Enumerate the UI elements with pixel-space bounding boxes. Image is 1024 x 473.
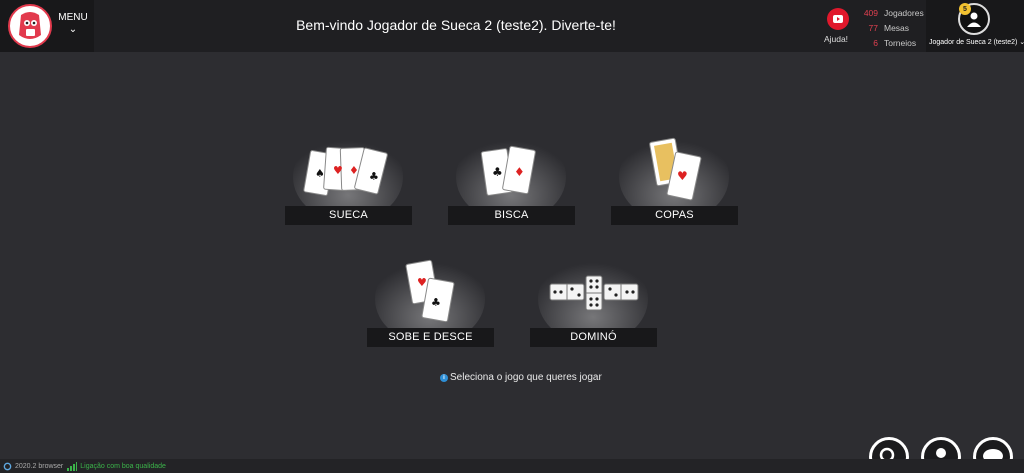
stat-players: 409 Jogadores (854, 5, 926, 20)
domino-icon (530, 244, 657, 334)
help-button[interactable]: Ajuda! (824, 8, 852, 44)
stat-label: Jogadores (884, 7, 924, 18)
signal-icon (67, 461, 78, 471)
level-badge: 5 (959, 3, 971, 15)
cards-pair-icon: ♣ ♦ (448, 122, 575, 212)
svg-text:♦: ♦ (349, 164, 359, 177)
game-label: SUECA (285, 206, 412, 225)
connection-status: Ligação com boa qualidade (80, 462, 166, 470)
cards-fan-icon: ♠ ♥ ♦ ♣ (285, 122, 412, 212)
profile-name[interactable]: Jogador de Sueca 2 (teste2) ⌄ (929, 38, 1024, 46)
game-domino[interactable]: DOMINÓ (530, 244, 657, 354)
help-label: Ajuda! (823, 34, 849, 44)
game-label: BISCA (448, 206, 575, 225)
stat-value: 6 (873, 37, 878, 48)
stat-label: Torneios (884, 37, 917, 48)
menu-button[interactable]: MENU ⌄ (56, 12, 90, 35)
cards-hearts-icon: ♥ (611, 122, 738, 212)
profile-menu[interactable]: 5 Jogador de Sueca 2 (teste2) ⌄ (926, 0, 1024, 52)
cards-stack-icon: ♥ ♣ (367, 244, 494, 334)
youtube-icon (827, 8, 849, 30)
logo-block: MENU ⌄ (0, 0, 94, 52)
chevron-down-icon: ⌄ (68, 24, 78, 35)
svg-text:♠: ♠ (315, 167, 325, 180)
game-label: DOMINÓ (530, 328, 657, 347)
game-sueca[interactable]: ♠ ♥ ♦ ♣ SUECA (285, 122, 412, 232)
svg-text:♥: ♥ (677, 169, 688, 183)
select-game-hint: i Seleciona o jogo que queres jogar (440, 372, 610, 383)
svg-text:♥: ♥ (417, 276, 427, 289)
stat-value: 77 (868, 22, 878, 33)
online-stats: 409 Jogadores 77 Mesas 6 Torneios (854, 5, 926, 50)
welcome-message: Bem-vindo Jogador de Sueca 2 (teste2). D… (296, 17, 616, 33)
svg-text:♣: ♣ (431, 296, 441, 309)
chevron-down-icon: ⌄ (1019, 39, 1024, 46)
svg-text:♣: ♣ (369, 170, 379, 183)
stat-label: Mesas (884, 22, 910, 33)
menu-label: MENU (58, 12, 88, 23)
stat-tables: 77 Mesas (854, 20, 926, 35)
status-bar: 2020.2 browser Ligação com boa qualidade (0, 459, 1024, 473)
refresh-icon (3, 462, 12, 470)
info-icon: i (440, 373, 448, 382)
version-text: 2020.2 browser (15, 462, 64, 470)
app-logo[interactable] (8, 4, 52, 48)
svg-text:♥: ♥ (333, 164, 343, 177)
game-sobe-e-desce[interactable]: ♥ ♣ SOBE E DESCE (367, 244, 494, 354)
game-bisca[interactable]: ♣ ♦ BISCA (448, 122, 575, 232)
top-bar: MENU ⌄ Bem-vindo Jogador de Sueca 2 (tes… (0, 0, 1024, 52)
profile-name-label: Jogador de Sueca 2 (teste2) (929, 39, 1018, 46)
status-info: 2020.2 browser Ligação com boa qualidade (3, 461, 166, 471)
game-copas[interactable]: ♥ COPAS (611, 122, 738, 232)
hint-text: Seleciona o jogo que queres jogar (450, 372, 602, 383)
stat-value: 409 (863, 7, 878, 18)
svg-text:♦: ♦ (514, 165, 525, 179)
svg-text:♣: ♣ (492, 165, 503, 179)
game-label: COPAS (611, 206, 738, 225)
game-label: SOBE E DESCE (367, 328, 494, 347)
stat-tournaments: 6 Torneios (854, 35, 926, 50)
